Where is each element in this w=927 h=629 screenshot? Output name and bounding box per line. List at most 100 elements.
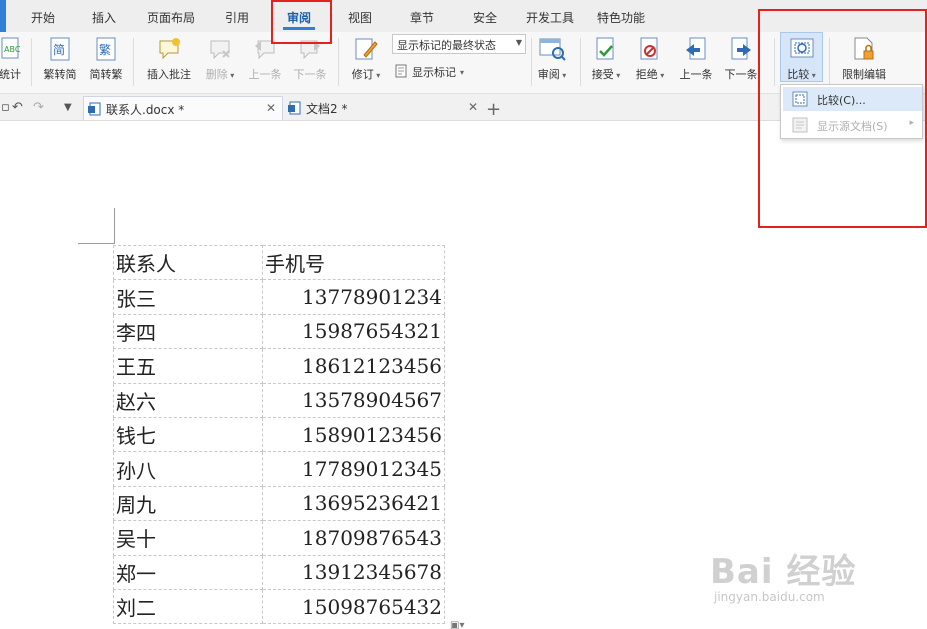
- table-row: 钱七 15890123456: [113, 416, 445, 453]
- header-cell-contact[interactable]: 联系人: [113, 244, 263, 281]
- table-row: 赵六 13578904567: [113, 382, 445, 418]
- phone-number-cell[interactable]: 15890123456: [262, 416, 445, 453]
- track-changes-text: 修订: [351, 68, 374, 81]
- table-header-row: 联系人 手机号: [113, 244, 445, 281]
- show-markup-button[interactable]: 显示标记 ▾: [395, 63, 464, 81]
- prev-comment-button[interactable]: 上一条: [245, 32, 285, 92]
- word-count-label: 统计: [0, 68, 21, 81]
- table-row: 孙八 17789012345: [113, 451, 445, 487]
- save-icon[interactable]: ▫: [1, 100, 10, 115]
- table-row: 吴十 18709876543: [113, 520, 445, 556]
- contact-name-cell[interactable]: 刘二: [113, 588, 263, 625]
- dropdown-caret-icon: ▾: [613, 71, 621, 80]
- trad-to-simp-label: 繁转简: [43, 68, 77, 81]
- menu-item-compare[interactable]: 比较(C)...: [783, 87, 922, 111]
- doc-tab-label: 联系人.docx *: [106, 103, 185, 117]
- review-pane-button[interactable]: 审阅 ▾: [532, 32, 572, 92]
- table-row: 刘二 15098765432: [113, 588, 445, 625]
- tab-developer[interactable]: 开发工具: [526, 9, 574, 26]
- delete-comment-icon: [207, 36, 233, 66]
- doc-tab-contacts[interactable]: 联系人.docx * ✕: [83, 96, 283, 120]
- tab-references[interactable]: 引用: [225, 9, 249, 26]
- next-change-label: 下一条: [724, 68, 758, 81]
- next-change-button[interactable]: 下一条: [721, 32, 761, 92]
- close-icon[interactable]: ✕: [266, 101, 276, 115]
- accept-change-button[interactable]: 接受 ▾: [586, 32, 626, 92]
- delete-comment-button[interactable]: 删除 ▾: [200, 32, 240, 92]
- contact-name-cell[interactable]: 钱七: [113, 416, 263, 453]
- undo-icon[interactable]: ↶: [12, 100, 23, 115]
- tab-special-features[interactable]: 特色功能: [597, 9, 645, 26]
- menu-item-show-source[interactable]: 显示源文档(S) ▸: [783, 113, 922, 137]
- phone-number-cell[interactable]: 13912345678: [262, 554, 445, 590]
- redo-icon[interactable]: ↷: [33, 100, 44, 115]
- delete-comment-text: 删除: [205, 68, 228, 81]
- reject-change-button[interactable]: 拒绝 ▾: [630, 32, 670, 92]
- close-icon[interactable]: ✕: [468, 100, 478, 114]
- contact-name-cell[interactable]: 孙八: [113, 451, 263, 487]
- next-comment-icon: [297, 36, 323, 66]
- next-comment-button[interactable]: 下一条: [290, 32, 330, 92]
- restrict-editing-button[interactable]: 限制编辑: [836, 32, 892, 92]
- phone-number-cell[interactable]: 13695236421: [262, 485, 445, 522]
- phone-number-cell[interactable]: 18709876543: [262, 520, 445, 556]
- contact-name-cell[interactable]: 吴十: [113, 520, 263, 556]
- contact-name-cell[interactable]: 张三: [113, 279, 263, 315]
- phone-number-cell[interactable]: 17789012345: [262, 451, 445, 487]
- table-row: 李四 15987654321: [113, 313, 445, 350]
- insert-comment-button[interactable]: 插入批注: [141, 32, 197, 92]
- contact-name-cell[interactable]: 王五: [113, 348, 263, 384]
- tab-page-layout[interactable]: 页面布局: [147, 9, 195, 26]
- reject-change-text: 拒绝: [635, 68, 658, 81]
- chevron-down-icon[interactable]: ▼: [516, 38, 522, 47]
- prev-change-button[interactable]: 上一条: [676, 32, 716, 92]
- phone-number-cell[interactable]: 18612123456: [262, 348, 445, 384]
- ribbon-divider: [580, 38, 581, 86]
- restrict-editing-label: 限制编辑: [842, 68, 886, 81]
- phone-number-cell[interactable]: 15987654321: [262, 313, 445, 350]
- tab-security[interactable]: 安全: [473, 9, 497, 26]
- simp-to-trad-icon: 繁: [94, 36, 118, 66]
- tab-review[interactable]: 审阅: [287, 9, 311, 26]
- tab-home[interactable]: 开始: [31, 9, 55, 26]
- header-cell-phone[interactable]: 手机号: [262, 244, 445, 281]
- next-change-icon: [728, 36, 754, 66]
- table-row: 郑一 13912345678: [113, 554, 445, 590]
- phone-number-cell[interactable]: 13778901234: [262, 279, 445, 315]
- compare-button[interactable]: 比较 ▾: [780, 32, 823, 92]
- review-pane-text: 审阅: [537, 68, 560, 81]
- contact-name-cell[interactable]: 李四: [113, 313, 263, 350]
- insert-comment-label: 插入批注: [147, 68, 191, 81]
- new-tab-plus-icon[interactable]: +: [486, 99, 501, 120]
- document-icon: [288, 101, 302, 118]
- word-count-button[interactable]: ABC 统计: [0, 32, 24, 92]
- delete-comment-label: 删除 ▾: [200, 66, 240, 82]
- contact-name-cell[interactable]: 赵六: [113, 382, 263, 418]
- tab-view[interactable]: 视图: [348, 9, 372, 26]
- trad-to-simp-button[interactable]: 简 繁转简: [38, 32, 82, 92]
- tab-chapter[interactable]: 章节: [410, 9, 434, 26]
- app-menu-strip[interactable]: [0, 0, 6, 32]
- doc-tab-document2[interactable]: 文档2 * ✕: [284, 96, 484, 120]
- tab-insert[interactable]: 插入: [92, 9, 116, 26]
- simp-to-trad-button[interactable]: 繁 简转繁: [84, 32, 128, 92]
- table-row: 张三 13778901234: [113, 279, 445, 315]
- track-changes-button[interactable]: 修订 ▾: [344, 32, 388, 92]
- contact-name-cell[interactable]: 郑一: [113, 554, 263, 590]
- phone-number-cell[interactable]: 15098765432: [262, 588, 445, 625]
- show-markup-icon: [395, 64, 408, 81]
- trad-to-simp-icon: 简: [48, 36, 72, 66]
- next-comment-label: 下一条: [293, 68, 327, 81]
- ribbon-divider: [133, 38, 134, 86]
- markup-display-select[interactable]: 显示标记的最终状态 ▼: [392, 34, 526, 54]
- quick-access-dropdown-icon[interactable]: ▼: [64, 102, 72, 113]
- ribbon-divider: [31, 38, 32, 86]
- compare-icon: [788, 36, 816, 66]
- menu-tab-bar: 开始 插入 页面布局 引用 审阅 视图 章节 安全 开发工具 特色功能: [0, 0, 927, 32]
- svg-text:ABC: ABC: [4, 45, 20, 54]
- paste-options-icon[interactable]: ▣▾: [450, 620, 464, 629]
- contact-name-cell[interactable]: 周九: [113, 485, 263, 522]
- page-margin-mark: [78, 243, 114, 244]
- phone-number-cell[interactable]: 13578904567: [262, 382, 445, 418]
- ribbon-divider: [774, 38, 775, 86]
